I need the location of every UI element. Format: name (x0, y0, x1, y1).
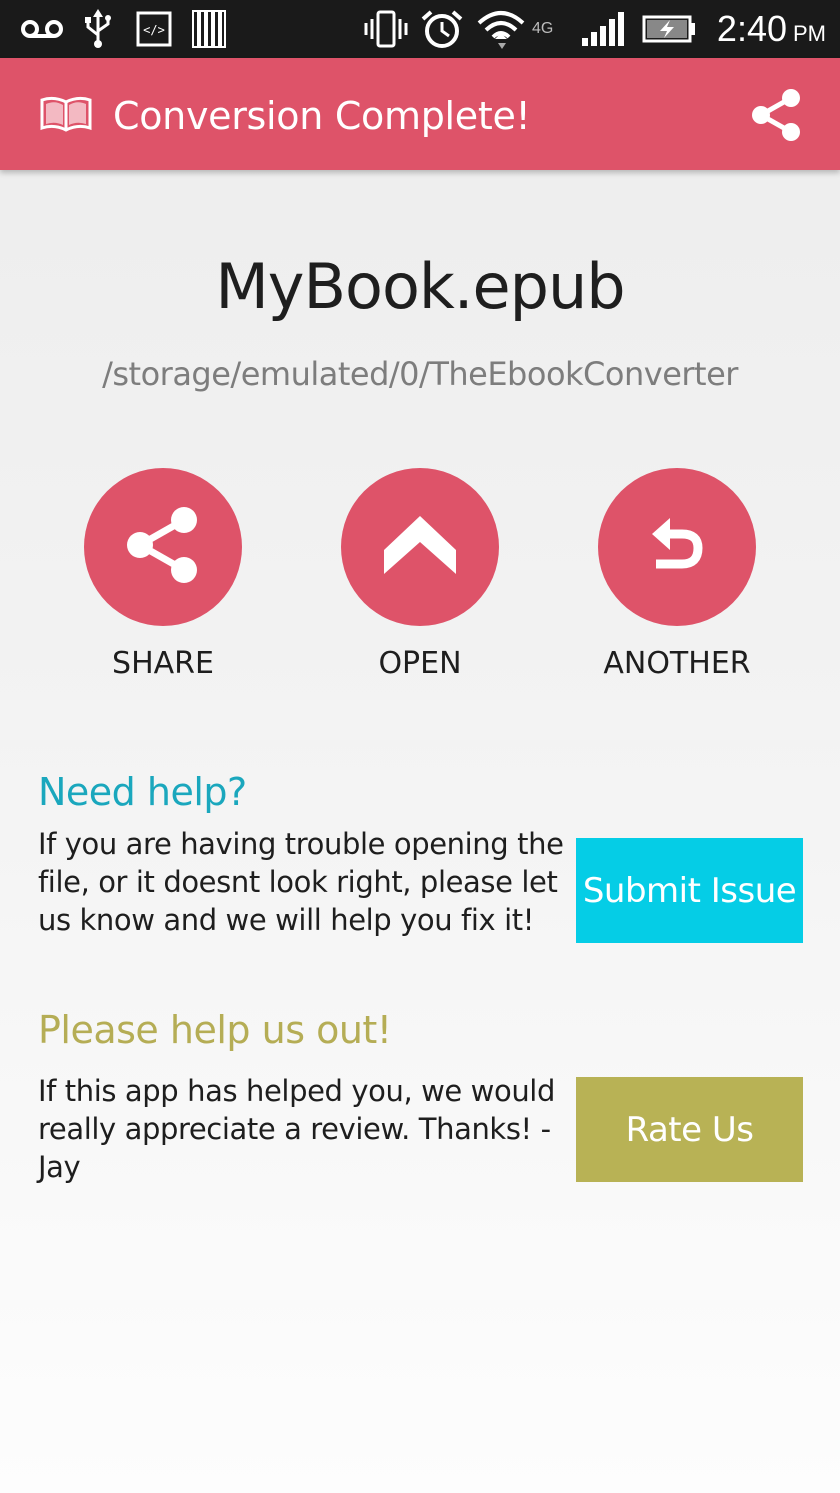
open-button[interactable]: OPEN (310, 468, 530, 688)
alarm-icon (420, 10, 464, 48)
help-us-text: If this app has helped you, we would rea… (38, 1074, 555, 1184)
network-type-label: 4G (532, 20, 554, 37)
clock-ampm: PM (793, 21, 826, 46)
rate-us-button[interactable]: Rate Us (576, 1077, 803, 1182)
another-button[interactable]: ANOTHER (567, 468, 787, 688)
need-help-heading: Need help? (38, 770, 247, 814)
clock-time: 2:40 (716, 8, 787, 49)
status-clock: 2:40 PM (717, 6, 826, 52)
another-button-circle[interactable] (598, 468, 756, 626)
app-title: Conversion Complete! (113, 94, 531, 138)
share-label: SHARE (112, 646, 214, 681)
share-button[interactable]: SHARE (53, 468, 273, 688)
status-bar: </> 4G 2:40 PM (0, 0, 840, 58)
submit-issue-button[interactable]: Submit Issue (576, 838, 803, 943)
developer-icon: </> (136, 10, 172, 48)
signal-icon (580, 10, 628, 48)
svg-text:</>: </> (143, 23, 165, 37)
chevron-up-icon (382, 510, 458, 584)
open-book-icon (38, 94, 94, 134)
another-label: ANOTHER (603, 646, 751, 681)
file-path: /storage/emulated/0/TheEbookConverter (102, 355, 738, 393)
voicemail-icon (20, 10, 64, 48)
wifi-icon (476, 10, 526, 49)
help-us-heading: Please help us out! (38, 1008, 392, 1052)
battery-charging-icon (642, 10, 696, 48)
storage-icon (192, 10, 226, 48)
need-help-text: If you are having trouble opening the fi… (38, 827, 564, 937)
share-icon (120, 502, 206, 592)
share-button-circle[interactable] (84, 468, 242, 626)
share-icon[interactable] (746, 86, 804, 144)
open-button-circle[interactable] (341, 468, 499, 626)
undo-icon (642, 510, 712, 584)
vibrate-icon (364, 10, 408, 48)
file-name: MyBook.epub (215, 250, 625, 323)
app-bar: Conversion Complete! (0, 58, 840, 170)
open-label: OPEN (378, 646, 462, 681)
usb-icon (82, 9, 114, 48)
